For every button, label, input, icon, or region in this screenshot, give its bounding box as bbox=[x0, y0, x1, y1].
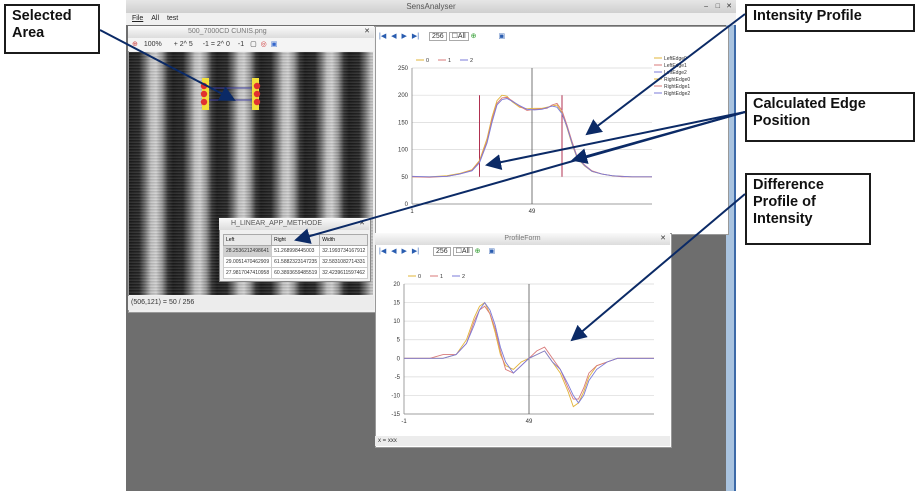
arrow-selected-area bbox=[99, 29, 236, 101]
annotation-arrows bbox=[99, 13, 746, 342]
arrow-edge-table bbox=[294, 111, 746, 244]
arrow-edge-left bbox=[485, 111, 746, 171]
arrow-difference-profile bbox=[570, 193, 746, 342]
